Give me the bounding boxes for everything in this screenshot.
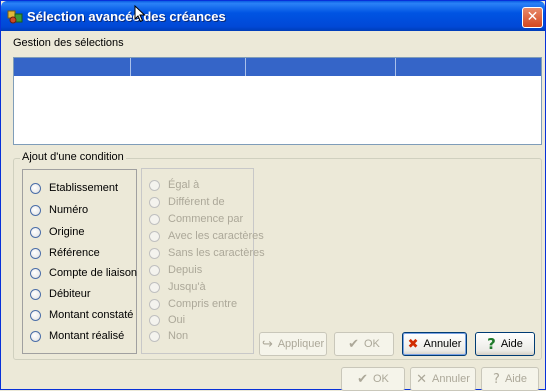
radio-label: Compris entre — [168, 298, 238, 310]
radio-montant-constate[interactable]: Montant constaté — [30, 309, 133, 321]
apply-button[interactable]: ↪ Appliquer — [259, 332, 327, 356]
radio-dot[interactable] — [149, 230, 160, 242]
apply-arrow-icon: ↪ — [261, 336, 273, 352]
radio-label: Oui — [168, 314, 186, 326]
radio-dot[interactable] — [149, 281, 160, 293]
question-mark-icon: ? — [493, 371, 500, 387]
condition-cancel-button[interactable]: ✖ Annuler — [402, 332, 467, 356]
radio-dot[interactable] — [149, 330, 160, 342]
radio-dot[interactable] — [149, 264, 160, 276]
radio-label: Etablissement — [49, 182, 119, 194]
radio-compte-de-liaison[interactable]: Compte de liaison — [30, 267, 137, 279]
red-x-icon: ✖ — [407, 336, 419, 352]
radio-etablissement[interactable]: Etablissement — [30, 182, 118, 194]
radio-depuis[interactable]: Depuis — [149, 264, 202, 276]
apply-button-label: Appliquer — [277, 338, 325, 350]
checkmark-icon: ✔ — [348, 336, 359, 352]
radio-dot[interactable] — [149, 179, 160, 191]
radio-dot[interactable] — [30, 330, 41, 342]
radio-dot[interactable] — [149, 196, 160, 208]
ok-button-label: OK — [373, 373, 389, 385]
radio-reference[interactable]: Référence — [30, 247, 100, 259]
condition-ok-label: OK — [364, 338, 380, 350]
radio-montant-realise[interactable]: Montant réalisé — [30, 330, 124, 342]
ok-button[interactable]: ✔ OK — [341, 367, 405, 391]
radio-dot[interactable] — [30, 267, 41, 279]
radio-label: Commence par — [168, 213, 244, 225]
radio-label: Montant constaté — [49, 309, 134, 321]
radio-non[interactable]: Non — [149, 330, 188, 342]
radio-label: Montant réalisé — [49, 330, 125, 342]
radio-dot[interactable] — [149, 298, 160, 310]
radio-debiteur[interactable]: Débiteur — [30, 288, 91, 300]
field-radio-group — [22, 169, 137, 354]
condition-help-label: Aide — [500, 338, 523, 350]
cancel-button[interactable]: ✕ Annuler — [410, 367, 476, 391]
close-icon: ✕ — [526, 9, 539, 25]
radio-dot[interactable] — [30, 226, 41, 238]
radio-label: Numéro — [49, 204, 89, 216]
radio-dot[interactable] — [30, 309, 41, 321]
list-column-2[interactable] — [131, 58, 246, 76]
condition-help-button[interactable]: ? Aide — [475, 332, 535, 356]
radio-label: Débiteur — [49, 288, 91, 300]
radio-label: Compte de liaison — [49, 267, 138, 279]
help-button-label: Aide — [504, 373, 527, 385]
radio-dot[interactable] — [149, 213, 160, 225]
add-condition-legend: Ajout d'une condition — [20, 151, 126, 163]
radio-different-de[interactable]: Différent de — [149, 196, 225, 208]
radio-label: Référence — [49, 247, 100, 259]
radio-dot[interactable] — [149, 314, 160, 326]
radio-label: Avec les caractères — [168, 230, 264, 242]
radio-dot[interactable] — [30, 182, 41, 194]
question-mark-icon: ? — [487, 335, 496, 353]
selections-list-header — [14, 58, 541, 76]
condition-ok-button[interactable]: ✔ OK — [334, 332, 394, 356]
dialog-window: Sélection avancée des créances ✕ Gestion… — [0, 0, 546, 391]
radio-avec-les-caracteres[interactable]: Avec les caractères — [149, 230, 264, 242]
radio-label: Différent de — [168, 196, 225, 208]
radio-commence-par[interactable]: Commence par — [149, 213, 243, 225]
radio-label: Origine — [49, 226, 85, 238]
radio-jusqu-a[interactable]: Jusqu'à — [149, 281, 206, 293]
radio-label: Égal à — [168, 179, 200, 191]
app-icon — [7, 10, 23, 24]
radio-dot[interactable] — [30, 288, 41, 300]
radio-dot[interactable] — [149, 247, 160, 259]
close-button[interactable]: ✕ — [522, 7, 543, 28]
radio-sans-les-caracteres[interactable]: Sans les caractères — [149, 247, 265, 259]
condition-cancel-label: Annuler — [423, 338, 462, 350]
radio-compris-entre[interactable]: Compris entre — [149, 298, 237, 310]
close-x-icon: ✕ — [416, 371, 427, 387]
checkmark-icon: ✔ — [357, 371, 368, 387]
radio-numero[interactable]: Numéro — [30, 204, 88, 216]
list-column-1[interactable] — [14, 58, 131, 76]
radio-dot[interactable] — [30, 247, 41, 259]
radio-label: Sans les caractères — [168, 247, 265, 259]
radio-egal-a[interactable]: Égal à — [149, 179, 199, 191]
radio-label: Jusqu'à — [168, 281, 206, 293]
list-column-3[interactable] — [246, 58, 396, 76]
cancel-button-label: Annuler — [431, 373, 470, 385]
list-column-4[interactable] — [396, 58, 541, 76]
help-button[interactable]: ? Aide — [481, 367, 539, 391]
radio-label: Non — [168, 330, 189, 342]
selections-list[interactable] — [13, 57, 542, 145]
mouse-cursor-icon — [134, 5, 146, 23]
radio-oui[interactable]: Oui — [149, 314, 185, 326]
radio-label: Depuis — [168, 264, 203, 276]
selections-label: Gestion des sélections — [13, 37, 124, 49]
window-title: Sélection avancée des créances — [27, 9, 226, 24]
title-bar[interactable]: Sélection avancée des créances ✕ — [1, 1, 545, 31]
radio-dot[interactable] — [30, 204, 41, 216]
radio-origine[interactable]: Origine — [30, 226, 84, 238]
